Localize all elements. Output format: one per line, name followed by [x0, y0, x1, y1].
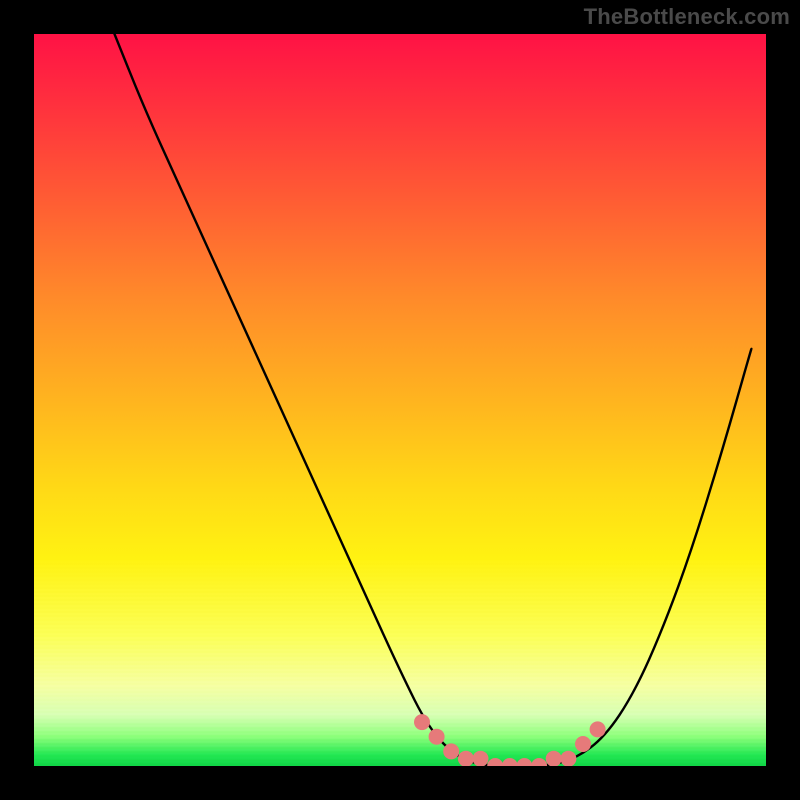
optimal-marker	[590, 721, 606, 737]
optimal-marker	[560, 751, 576, 766]
plot-area	[34, 34, 766, 766]
optimal-range-markers	[414, 714, 606, 766]
watermark-text: TheBottleneck.com	[584, 4, 790, 30]
chart-frame: TheBottleneck.com	[0, 0, 800, 800]
optimal-marker	[546, 751, 562, 766]
optimal-marker	[531, 758, 547, 766]
optimal-marker	[429, 729, 445, 745]
bottleneck-curve	[115, 34, 752, 766]
optimal-marker	[458, 751, 474, 766]
optimal-marker	[414, 714, 430, 730]
curve-layer	[34, 34, 766, 766]
optimal-marker	[473, 751, 489, 766]
optimal-marker	[502, 758, 518, 766]
optimal-marker	[575, 736, 591, 752]
optimal-marker	[443, 743, 459, 759]
optimal-marker	[516, 758, 532, 766]
optimal-marker	[487, 758, 503, 766]
